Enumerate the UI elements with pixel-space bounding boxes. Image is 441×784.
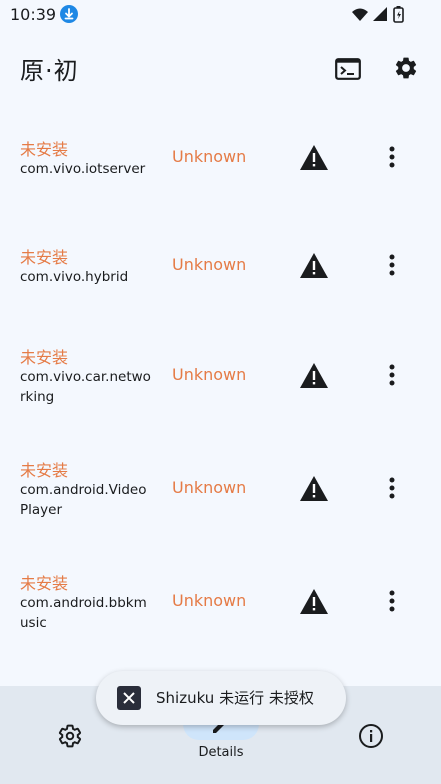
nav-settings-button[interactable] — [57, 723, 83, 749]
nav-info-button[interactable] — [358, 723, 384, 749]
install-status: 未安装 — [20, 348, 69, 367]
version-label: Unknown — [172, 255, 247, 274]
terminal-icon — [335, 58, 361, 80]
status-bar: 10:39 — [0, 0, 441, 30]
warning-icon — [299, 475, 329, 503]
snackbar: Shizuku 未运行 未授权 — [96, 671, 346, 725]
settings-icon — [395, 57, 417, 79]
battery-icon — [393, 6, 404, 23]
install-status: 未安装 — [20, 140, 69, 159]
nav-details-label: Details — [198, 745, 244, 760]
more-vert-icon[interactable] — [378, 250, 406, 280]
package-name: com.vivo.car.networking — [20, 369, 151, 405]
package-name: com.vivo.hybrid — [20, 269, 129, 285]
more-vert-icon[interactable] — [378, 586, 406, 616]
cellular-icon — [373, 7, 387, 21]
wifi-icon — [352, 8, 368, 21]
install-status: 未安装 — [20, 574, 69, 593]
warning-icon — [299, 588, 329, 616]
status-time: 10:39 — [10, 5, 57, 24]
page-title: 原·初 — [20, 57, 79, 85]
version-label: Unknown — [172, 365, 247, 384]
warning-icon — [299, 144, 329, 172]
install-status: 未安装 — [20, 461, 69, 480]
snackbar-message: Shizuku 未运行 未授权 — [156, 689, 314, 707]
info-icon — [359, 724, 383, 748]
warning-icon — [299, 362, 329, 390]
package-name: com.android.bbkmusic — [20, 595, 147, 631]
package-name: com.android.VideoPlayer — [20, 482, 147, 518]
app-bar: 原·初 — [0, 40, 441, 96]
more-vert-icon[interactable] — [378, 360, 406, 390]
warning-icon — [299, 252, 329, 280]
version-label: Unknown — [172, 478, 247, 497]
more-vert-icon[interactable] — [378, 473, 406, 503]
shizuku-icon — [117, 686, 141, 710]
package-name: com.vivo.iotserver — [20, 161, 146, 177]
status-icons — [351, 5, 409, 29]
more-vert-icon[interactable] — [378, 142, 406, 172]
settings-button[interactable] — [389, 51, 423, 85]
version-label: Unknown — [172, 147, 247, 166]
download-icon — [60, 5, 78, 23]
version-label: Unknown — [172, 591, 247, 610]
install-status: 未安装 — [20, 248, 69, 267]
settings-icon — [58, 724, 82, 748]
terminal-button[interactable] — [331, 52, 365, 86]
